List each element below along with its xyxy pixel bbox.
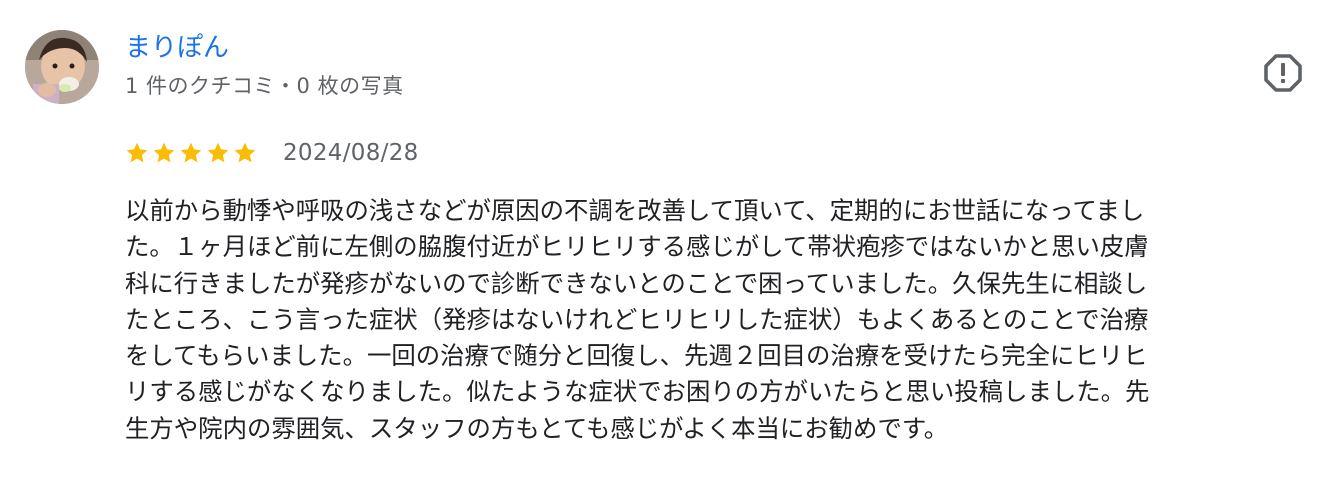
avatar-photo [25,30,99,104]
review-text-line: リする感じがなくなりました。似たような症状でお困りの方がいたらと思い投稿しました… [125,377,1150,407]
star-icon [180,142,202,163]
reviewer-meta: 1 件のクチコミ・0 枚の写真 [125,74,404,98]
review-text-line: たところ、こう言った症状（発疹はないけれどヒリヒリした症状）もよくあるとのことで… [125,304,1149,334]
review-text-line: をしてもらいました。一回の治療で随分と回復し、先週２回目の治療を受けたら完全にヒ… [125,341,1148,371]
star-icon [207,142,229,163]
avatar[interactable] [25,30,99,104]
reviewer-name-link[interactable]: まりぽん [125,32,229,64]
review-card: まりぽん 1 件のクチコミ・0 枚の写真 2024/08/28 以前から動悸や呼… [0,0,1342,500]
review-text-line: 生方や院内の雰囲気、スタッフの方もとても感じがよく本当にお勧めです。 [125,413,949,443]
review-date: 2024/08/28 [283,140,419,166]
star-rating [125,141,257,165]
review-text-line: た。１ヶ月ほど前に左側の脇腹付近がヒリヒリする感じがして帯状疱疹ではないかと思い… [125,232,1149,262]
star-icon [234,142,256,163]
report-flag-icon [1264,54,1302,92]
review-text: 以前から動悸や呼吸の浅さなどが原因の不調を改善して頂いて、定期的にお世話になって… [125,193,1317,447]
rating-row: 2024/08/28 [125,136,419,170]
star-icon [126,142,148,163]
star-icon [153,142,175,163]
report-review-button[interactable] [1258,48,1308,98]
review-text-line: 科に行きましたが発疹がないので診断できないとのことで困っていました。久保先生に相… [125,268,1148,298]
review-text-line: 以前から動悸や呼吸の浅さなどが原因の不調を改善して頂いて、定期的にお世話になって… [125,196,1145,225]
